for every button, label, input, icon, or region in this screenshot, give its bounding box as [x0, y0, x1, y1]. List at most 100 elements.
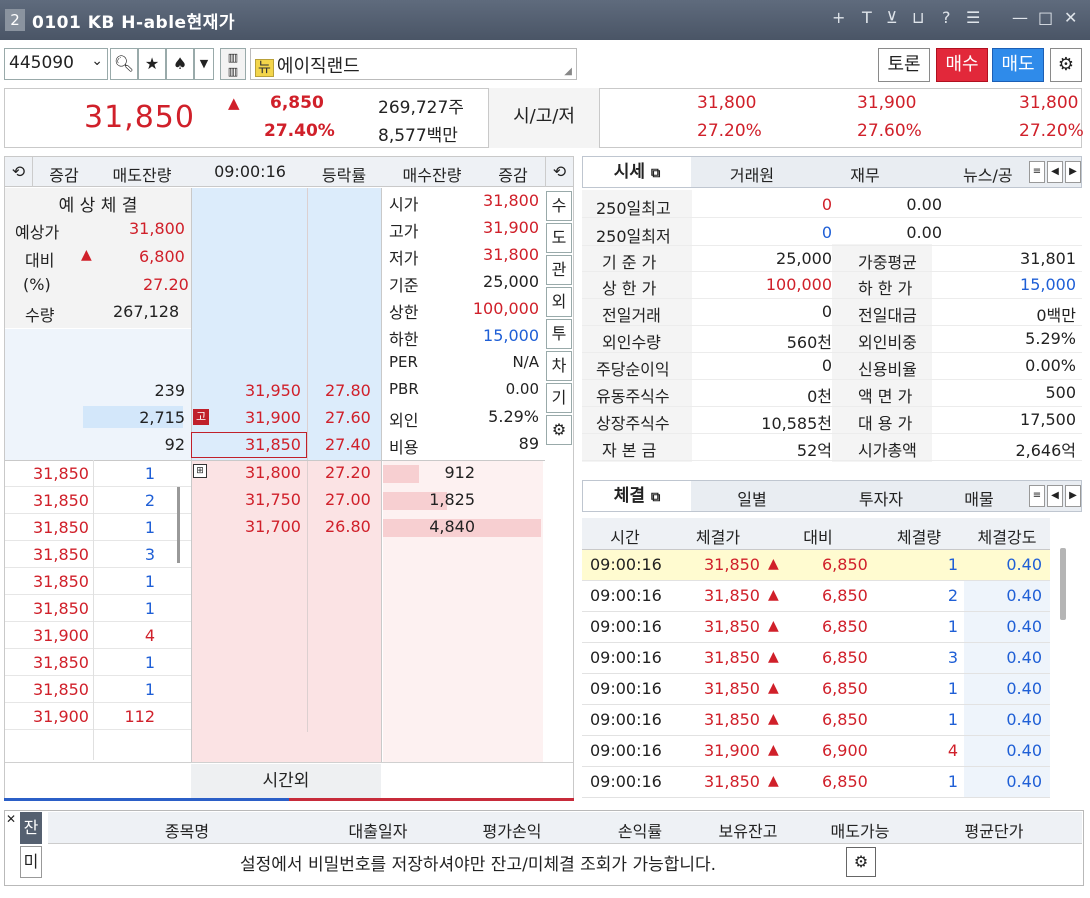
stock-name-field[interactable]: 뉴 에이직랜드 ◢ [250, 48, 577, 80]
metric-value: 25,000 [776, 249, 832, 268]
help-icon[interactable]: ? [942, 8, 951, 27]
bid-price[interactable]: 31,700 [245, 517, 301, 536]
side-button-chart[interactable]: 차 [546, 351, 572, 381]
metric-value: 100,000 [765, 275, 832, 294]
table-row[interactable]: 09:00:16 31,850 ▲ 6,850 3 0.40 [582, 643, 1050, 674]
minimize-icon[interactable]: — [1012, 8, 1028, 27]
table-row[interactable]: 09:00:16 31,900 ▲ 6,900 4 0.40 [582, 736, 1050, 767]
ask-price[interactable]: 31,850 [245, 435, 301, 454]
caret-down-icon[interactable]: ▼ [194, 48, 214, 80]
metric-label: 자 본 금 [602, 441, 657, 460]
tab-menu-icon[interactable]: ≡ [1029, 485, 1045, 507]
chevron-down-icon[interactable]: ⌄ [91, 53, 103, 69]
table-row[interactable]: 09:00:16 31,850 ▲ 6,850 1 0.40 [582, 705, 1050, 736]
metric-value-secondary: 0.00 [906, 223, 942, 242]
add-icon[interactable]: + [832, 8, 845, 27]
trade-scrollbar[interactable] [1060, 548, 1066, 620]
spade-icon[interactable]: ♠ [166, 48, 194, 80]
metric-label: 상 한 가 [602, 279, 657, 298]
tab-financials[interactable]: 재무 [815, 162, 915, 186]
metric-label: 시가총액 [858, 441, 917, 460]
trade-qty: 1 [947, 710, 958, 729]
metric-label: 유동주식수 [596, 387, 670, 406]
tab-right-icon[interactable]: ▶ [1065, 485, 1081, 507]
close-icon[interactable]: ✕ [1064, 8, 1077, 27]
after-hours-label[interactable]: 시간외 [191, 764, 381, 798]
sell-button[interactable]: 매도 [992, 48, 1044, 82]
stock-code-input[interactable]: 445090 ⌄ [4, 48, 108, 80]
tab-left-icon[interactable]: ◀ [1047, 161, 1063, 183]
tick-price: 31,850 [33, 599, 89, 618]
info-value: 0.00 [505, 380, 539, 398]
side-button-foreign[interactable]: 외 [546, 287, 572, 317]
side-button-sell[interactable]: 도 [546, 223, 572, 253]
tab-menu-icon[interactable]: ≡ [1029, 161, 1045, 183]
link-icon[interactable]: ⊻ [886, 8, 898, 27]
settings-icon[interactable]: ⚙ [846, 847, 876, 877]
grid-icon[interactable]: ▥ ▥ [220, 48, 246, 80]
tab-balance[interactable]: 잔 [20, 812, 42, 844]
star-icon[interactable]: ★ [138, 48, 166, 80]
info-label: 비용 [389, 438, 419, 457]
tick-price: 31,850 [33, 464, 89, 483]
table-row[interactable]: 09:00:16 31,850 ▲ 6,850 1 0.40 [582, 612, 1050, 643]
open-pct: 27.20% [697, 121, 762, 141]
col-rate: 등락률 [321, 166, 367, 185]
external-link-icon[interactable]: ⧉ [651, 166, 660, 181]
side-button-watch[interactable]: 관 [546, 255, 572, 285]
tab-investor[interactable]: 투자자 [831, 486, 931, 510]
tab-broker[interactable]: 거래원 [697, 162, 807, 186]
resize-icon: ◢ [564, 66, 572, 77]
open-high-low-label[interactable]: 시/고/저 [488, 88, 600, 148]
table-row[interactable]: 09:00:16 31,850 ▲ 6,850 1 0.40 [582, 767, 1050, 798]
tick-scrollbar[interactable] [177, 487, 180, 563]
external-link-icon[interactable]: ⧉ [651, 490, 660, 505]
low-price: 31,800 [1019, 93, 1079, 113]
order-book: ⟲ 증감 매도잔량 09:00:16 등락률 매수잔량 증감 ⟲ 예 상 체 결… [4, 156, 574, 800]
tab-daily[interactable]: 일별 [707, 486, 797, 510]
close-icon[interactable]: ✕ [6, 812, 16, 826]
trade-qty: 4 [947, 741, 958, 760]
side-button-investor[interactable]: 투 [546, 319, 572, 349]
search-icon[interactable]: 🔍︎ [110, 48, 138, 80]
ask-price[interactable]: 31,900 [245, 408, 301, 427]
trade-time: 09:00:16 [590, 741, 662, 760]
bid-qty-bar [383, 465, 419, 483]
metric-value: 0.00% [1025, 356, 1076, 375]
tab-market[interactable]: 시세 ⧉ [583, 157, 691, 187]
ask-price[interactable]: 31,950 [245, 381, 301, 400]
side-button-etc[interactable]: 기 [546, 383, 572, 413]
refresh-icon[interactable]: ⟲ [5, 157, 33, 187]
tab-right-icon[interactable]: ▶ [1065, 161, 1081, 183]
window-title: 0101 KB H-able현재가 [32, 13, 235, 33]
col-time: 09:00:16 [214, 162, 286, 181]
forum-button[interactable]: 토론 [878, 48, 930, 82]
bid-price[interactable]: 31,750 [245, 490, 301, 509]
expand-icon[interactable]: ⊞ [193, 464, 207, 478]
tab-news[interactable]: 뉴스/공 [963, 162, 1029, 186]
table-row[interactable]: 09:00:16 31,850 ▲ 6,850 1 0.40 [582, 550, 1050, 581]
tab-volume-profile[interactable]: 매물 [949, 486, 1009, 510]
settings-icon[interactable]: ⚙ [546, 415, 572, 445]
tile-icon[interactable]: ⊔ [912, 8, 924, 27]
col-change-left: 증감 [49, 166, 79, 185]
side-button-buy[interactable]: 수 [546, 191, 572, 221]
table-row[interactable]: 09:00:16 31,850 ▲ 6,850 2 0.40 [582, 581, 1050, 612]
table-row[interactable]: 09:00:16 31,850 ▲ 6,850 1 0.40 [582, 674, 1050, 705]
metric-label: 외인수량 [602, 333, 661, 352]
title-bar: 2 0101 KB H-able현재가 + T ⊻ ⊔ ? ☰ — □ ✕ [0, 0, 1090, 40]
tab-left-icon[interactable]: ◀ [1047, 485, 1063, 507]
tab-trades[interactable]: 체결 ⧉ [583, 481, 691, 511]
trade-qty: 1 [947, 617, 958, 636]
col-diff: 대비 [803, 528, 833, 547]
trade-qty: 1 [947, 679, 958, 698]
bid-price[interactable]: 31,800 [245, 463, 301, 482]
settings-icon[interactable]: ⚙ [1050, 48, 1082, 82]
tab-unfilled[interactable]: 미 [20, 846, 42, 878]
buy-button[interactable]: 매수 [936, 48, 988, 82]
col-qty: 체결량 [896, 528, 942, 547]
font-icon[interactable]: T [862, 8, 872, 27]
menu-icon[interactable]: ☰ [966, 8, 980, 27]
refresh-icon[interactable]: ⟲ [545, 157, 573, 187]
maximize-icon[interactable]: □ [1038, 8, 1053, 27]
